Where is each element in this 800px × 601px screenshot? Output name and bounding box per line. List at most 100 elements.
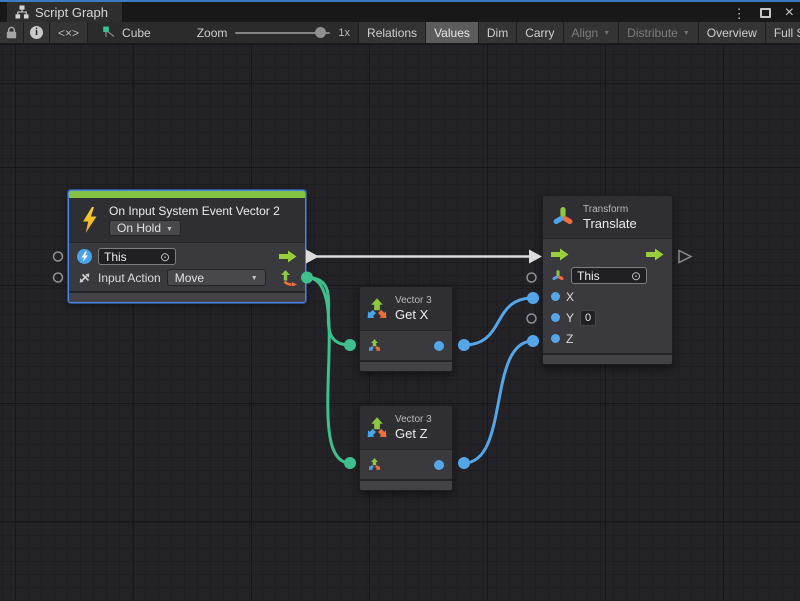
window-focus-line xyxy=(0,0,800,2)
event-accent-bar xyxy=(69,191,305,198)
code-brackets-icon: <×> xyxy=(58,26,79,40)
vector2-output-icon[interactable] xyxy=(281,270,297,286)
maximize-icon[interactable] xyxy=(760,8,771,18)
vector3-icon xyxy=(366,298,388,320)
vector3-input-port-icon[interactable] xyxy=(368,458,381,471)
transform-x-row: X xyxy=(543,286,672,307)
y-value-field[interactable]: 0 xyxy=(580,310,596,326)
chevron-down-icon: ▼ xyxy=(166,226,173,233)
align-button: Align ▼ xyxy=(563,22,619,43)
x-input-port[interactable] xyxy=(551,292,560,301)
getz-port-row xyxy=(360,450,452,479)
node-vector3-get-x[interactable]: Vector 3 Get X xyxy=(359,286,453,372)
event-mode-dropdown[interactable]: On Hold ▼ xyxy=(109,220,181,236)
distribute-label: Distribute xyxy=(627,26,678,40)
info-icon: i xyxy=(30,26,43,39)
fullscreen-button[interactable]: Full Screen xyxy=(765,22,800,43)
node-vector3-get-z[interactable]: Vector 3 Get Z xyxy=(359,405,453,491)
chevron-down-icon: ▼ xyxy=(251,275,258,282)
close-icon[interactable]: × xyxy=(785,5,794,21)
getx-port-row xyxy=(360,331,452,360)
getz-title: Get Z xyxy=(395,426,432,441)
zoom-slider[interactable] xyxy=(235,32,330,34)
transform-node-header: Transform Translate xyxy=(543,196,672,239)
distribute-button: Distribute ▼ xyxy=(618,22,698,43)
transform-target-row: This ⊙ xyxy=(543,265,672,286)
node-on-input-system-event[interactable]: On Input System Event Vector 2 On Hold ▼… xyxy=(68,190,306,303)
event-target-row: This ⊙ xyxy=(69,246,305,267)
fullscreen-label: Full Screen xyxy=(774,26,800,40)
x-port-label: X xyxy=(566,290,574,304)
transform-node-footer xyxy=(543,353,672,364)
title-bar: Script Graph ⋮ × xyxy=(0,2,800,22)
transform-y-row: Y 0 xyxy=(543,307,672,328)
getx-node-footer xyxy=(360,360,452,371)
chevron-down-icon: ▼ xyxy=(683,30,690,37)
flow-output-arrow-icon[interactable] xyxy=(646,248,664,261)
event-node-header: On Input System Event Vector 2 On Hold ▼ xyxy=(69,198,305,243)
tab-script-graph[interactable]: Script Graph xyxy=(7,2,122,22)
vector3-input-port-icon[interactable] xyxy=(368,339,381,352)
lightning-bolt-icon xyxy=(80,207,99,233)
graph-toolbar: i <×> Cube Zoom 1x Relations Values Dim … xyxy=(0,22,800,44)
event-mode-value: On Hold xyxy=(117,221,161,235)
window-menu-icon[interactable]: ⋮ xyxy=(733,7,746,20)
event-action-row: Input Action Move ▼ xyxy=(69,267,305,288)
node-transform-translate[interactable]: Transform Translate This ⊙ xyxy=(542,195,673,365)
z-input-port[interactable] xyxy=(551,334,560,343)
flow-output-arrow-icon[interactable] xyxy=(279,250,297,263)
chevron-down-icon: ▼ xyxy=(603,30,610,37)
input-action-dropdown[interactable]: Move ▼ xyxy=(167,269,266,286)
zoom-control: Zoom 1x xyxy=(189,22,358,43)
getz-category: Vector 3 xyxy=(395,414,432,425)
transform-target-value: This xyxy=(577,269,600,283)
relations-label: Relations xyxy=(367,26,417,40)
event-node-footer xyxy=(69,291,305,302)
relations-button[interactable]: Relations xyxy=(358,22,425,43)
graph-selector[interactable]: Cube xyxy=(88,22,161,43)
inspector-toggle-button[interactable]: <×> xyxy=(50,22,88,43)
dim-button[interactable]: Dim xyxy=(478,22,516,43)
y-input-port[interactable] xyxy=(551,313,560,322)
transform-icon xyxy=(551,205,575,229)
transform-flow-row xyxy=(543,244,672,265)
vector3-icon xyxy=(366,417,388,439)
event-target-icon xyxy=(77,249,92,264)
y-port-label: Y xyxy=(566,311,574,325)
getz-float-output-port[interactable] xyxy=(434,460,444,470)
carry-button[interactable]: Carry xyxy=(516,22,562,43)
getx-category: Vector 3 xyxy=(395,295,432,306)
overview-button[interactable]: Overview xyxy=(698,22,765,43)
zoom-slider-handle[interactable] xyxy=(315,27,326,38)
lock-icon xyxy=(6,26,17,39)
getx-float-output-port[interactable] xyxy=(434,341,444,351)
event-node-ports: This ⊙ Input Action Move ▼ xyxy=(69,243,305,291)
values-button[interactable]: Values xyxy=(425,22,478,43)
getz-node-footer xyxy=(360,479,452,490)
mini-graph-icon xyxy=(102,26,117,39)
transform-category: Transform xyxy=(583,204,637,215)
object-picker-icon[interactable]: ⊙ xyxy=(631,270,641,282)
zoom-label: Zoom xyxy=(197,26,228,40)
toolbar-toggle-group: Relations Values Dim Carry Align ▼ Distri… xyxy=(358,22,800,43)
transform-target-field[interactable]: This ⊙ xyxy=(571,267,647,284)
overview-label: Overview xyxy=(707,26,757,40)
event-target-field[interactable]: This ⊙ xyxy=(98,248,176,265)
object-picker-icon[interactable]: ⊙ xyxy=(160,251,170,263)
event-action-label: Input Action xyxy=(98,271,161,285)
transform-title: Translate xyxy=(583,216,637,231)
flow-input-arrow-icon[interactable] xyxy=(551,248,569,261)
info-button[interactable]: i xyxy=(24,22,50,43)
window-controls: ⋮ × xyxy=(733,4,794,22)
tab-title: Script Graph xyxy=(35,5,108,20)
event-node-title: On Input System Event Vector 2 xyxy=(109,204,280,218)
align-label: Align xyxy=(572,26,599,40)
transform-port-icon xyxy=(551,269,565,283)
lock-button[interactable] xyxy=(0,22,24,43)
transform-node-ports: This ⊙ X Y 0 Z xyxy=(543,239,672,353)
event-target-value: This xyxy=(104,250,127,264)
zoom-value: 1x xyxy=(338,27,350,39)
transform-z-row: Z xyxy=(543,328,672,349)
getz-node-header: Vector 3 Get Z xyxy=(360,406,452,450)
values-label: Values xyxy=(434,26,470,40)
